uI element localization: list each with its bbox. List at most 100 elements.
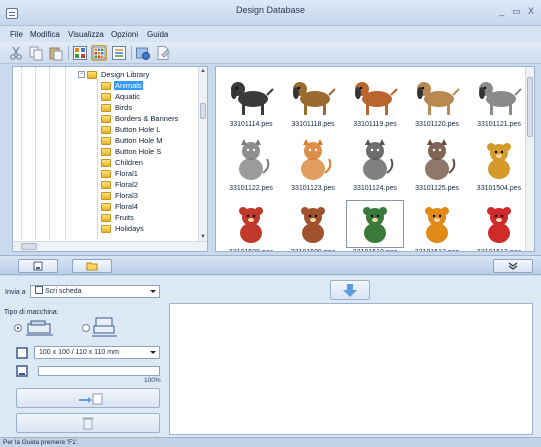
tree-item-holidays[interactable]: Holidays: [101, 223, 145, 234]
menu-guida[interactable]: Guida: [147, 30, 168, 39]
properties-icon[interactable]: [135, 45, 151, 61]
close-button[interactable]: X: [525, 6, 537, 16]
brown-bear-icon: [301, 207, 325, 243]
chevron-down-icon: [150, 290, 156, 293]
transfer-button[interactable]: [330, 280, 370, 300]
tree-item-label: Aquatic: [115, 92, 141, 101]
design-thumbnail[interactable]: 33101123.pes: [283, 135, 343, 197]
app-icon[interactable]: [6, 8, 18, 19]
tree-item-birds[interactable]: Birds: [101, 102, 133, 113]
thumbnail-filename: 33101119.pes: [353, 121, 397, 128]
write-card-icon: [79, 393, 103, 405]
design-thumbnail[interactable]: 33101122.pes: [221, 135, 281, 197]
calico-cat-icon: [425, 139, 456, 180]
minimize-button[interactable]: _: [496, 6, 508, 16]
paste-icon[interactable]: [48, 45, 64, 61]
design-thumbnail[interactable]: 33101124.pes: [345, 135, 405, 197]
design-thumbnail[interactable]: 33101512.pes: [407, 199, 467, 251]
thumbnail-filename: 33101504.pes: [476, 185, 522, 192]
design-thumbnail[interactable]: 33101114.pes: [221, 71, 281, 133]
send-to-dropdown[interactable]: Scri scheda: [30, 285, 160, 298]
scrollbar-thumb[interactable]: [527, 77, 533, 137]
design-thumbnail[interactable]: 33101125.pes: [407, 135, 467, 197]
design-preview-area[interactable]: [169, 303, 533, 435]
tree-horizontal-scrollbar[interactable]: [13, 241, 207, 251]
tree-item-button-hole-s[interactable]: Button Hole S: [101, 146, 162, 157]
tree-item-label: Button Hole L: [115, 125, 161, 134]
design-thumbnail[interactable]: 33101118.pes: [283, 71, 343, 133]
menu-opzioni[interactable]: Opzioni: [111, 30, 138, 39]
delete-button[interactable]: [16, 413, 160, 433]
scroll-down-icon[interactable]: ▼: [200, 234, 206, 240]
hoop-size-dropdown[interactable]: 100 x 100 / 110 x 110 mm: [34, 346, 160, 359]
folder-tree[interactable]: − Design Library Animals Aquatic Birds B…: [12, 66, 208, 252]
tree-item-label: Fruits: [115, 213, 134, 222]
collapse-panel-button[interactable]: [493, 259, 533, 273]
design-thumbnail[interactable]: 33101508.pes: [221, 199, 281, 251]
tree-item-label: Floral1: [115, 169, 138, 178]
medium-thumbnails-icon[interactable]: [91, 45, 107, 61]
page-icon[interactable]: [155, 45, 171, 61]
list-icon[interactable]: [111, 45, 127, 61]
toolbar-separator: [131, 46, 132, 60]
tree-root-design-library[interactable]: − Design Library: [78, 69, 150, 80]
tree-item-button-hole-m[interactable]: Button Hole M: [101, 135, 164, 146]
menu-modifica[interactable]: Modifica: [30, 30, 60, 39]
design-thumbnail[interactable]: 33101504.pes: [469, 135, 529, 197]
large-thumbnails-icon[interactable]: [72, 45, 88, 61]
tree-guide-line: [65, 67, 66, 239]
husky-dog-icon: [231, 82, 274, 115]
tree-item-borders-banners[interactable]: Borders & Banners: [101, 113, 179, 124]
thumbnail-filename: 33101124.pes: [353, 185, 397, 192]
write-to-card-button[interactable]: [16, 388, 160, 408]
tree-item-floral4[interactable]: Floral4: [101, 201, 139, 212]
thumbnail-filename: 33101125.pes: [415, 185, 459, 192]
menu-file[interactable]: File: [10, 30, 23, 39]
maximize-button[interactable]: ▭: [510, 6, 522, 17]
thumbnail-filename: 33101509.pes: [279, 249, 347, 251]
panel-toolbar: [0, 255, 541, 275]
tree-item-floral2[interactable]: Floral2: [101, 179, 139, 190]
tree-item-fruits[interactable]: Fruits: [101, 212, 135, 223]
status-bar: Per la Guida premere 'F1'.: [0, 437, 541, 447]
tree-item-label: Children: [115, 158, 143, 167]
thumbnail-filename: 33101508.pes: [217, 249, 285, 251]
terrier-dog-icon: [417, 82, 460, 115]
grid-vertical-scrollbar[interactable]: [525, 67, 534, 251]
bear-net-icon: [346, 200, 404, 248]
tree-vertical-scrollbar[interactable]: ▲ ▼: [198, 67, 207, 241]
design-thumbnail[interactable]: 33101119.pes: [345, 71, 405, 133]
multi-needle-machine-icon: [92, 317, 117, 337]
design-thumbnail[interactable]: 33101509.pes: [283, 199, 343, 251]
save-card-button[interactable]: [18, 259, 58, 273]
tree-item-aquatic[interactable]: Aquatic: [101, 91, 141, 102]
menu-visualizza[interactable]: Visualizza: [68, 30, 104, 39]
tree-item-button-hole-l[interactable]: Button Hole L: [101, 124, 161, 135]
machine-type-radio-multi[interactable]: [82, 324, 90, 332]
scrollbar-thumb[interactable]: [200, 103, 206, 119]
folder-icon: [101, 202, 111, 211]
design-thumbnail[interactable]: 33101120.pes: [407, 71, 467, 133]
tree-guide-line: [97, 79, 98, 239]
tree-item-label: Borders & Banners: [115, 114, 179, 123]
tree-item-floral3[interactable]: Floral3: [101, 190, 139, 201]
collapse-icon[interactable]: −: [78, 71, 85, 78]
folder-icon: [101, 103, 111, 112]
bear-clown-icon: [487, 207, 511, 243]
tree-item-animals[interactable]: Animals: [101, 80, 143, 91]
thumbnail-filename: 33101121.pes: [477, 121, 521, 128]
design-thumbnail[interactable]: 33101510.pes: [345, 199, 405, 251]
design-thumbnail-grid[interactable]: 33101114.pes 33101118.pes 33101119.pes 3310…: [215, 66, 535, 252]
scrollbar-thumb[interactable]: [21, 243, 37, 250]
tree-item-floral1[interactable]: Floral1: [101, 168, 139, 179]
open-folder-button[interactable]: [72, 259, 112, 273]
sheepdog-icon: [479, 82, 522, 115]
orange-cat-icon: [301, 139, 332, 180]
copy-icon[interactable]: [28, 45, 44, 61]
scissors-icon[interactable]: [8, 45, 24, 61]
scroll-up-icon[interactable]: ▲: [200, 68, 206, 74]
machine-type-radio-single[interactable]: [14, 324, 22, 332]
tree-item-children[interactable]: Children: [101, 157, 144, 168]
design-thumbnail[interactable]: 33101513.pes: [469, 199, 529, 251]
design-thumbnail[interactable]: 33101121.pes: [469, 71, 529, 133]
